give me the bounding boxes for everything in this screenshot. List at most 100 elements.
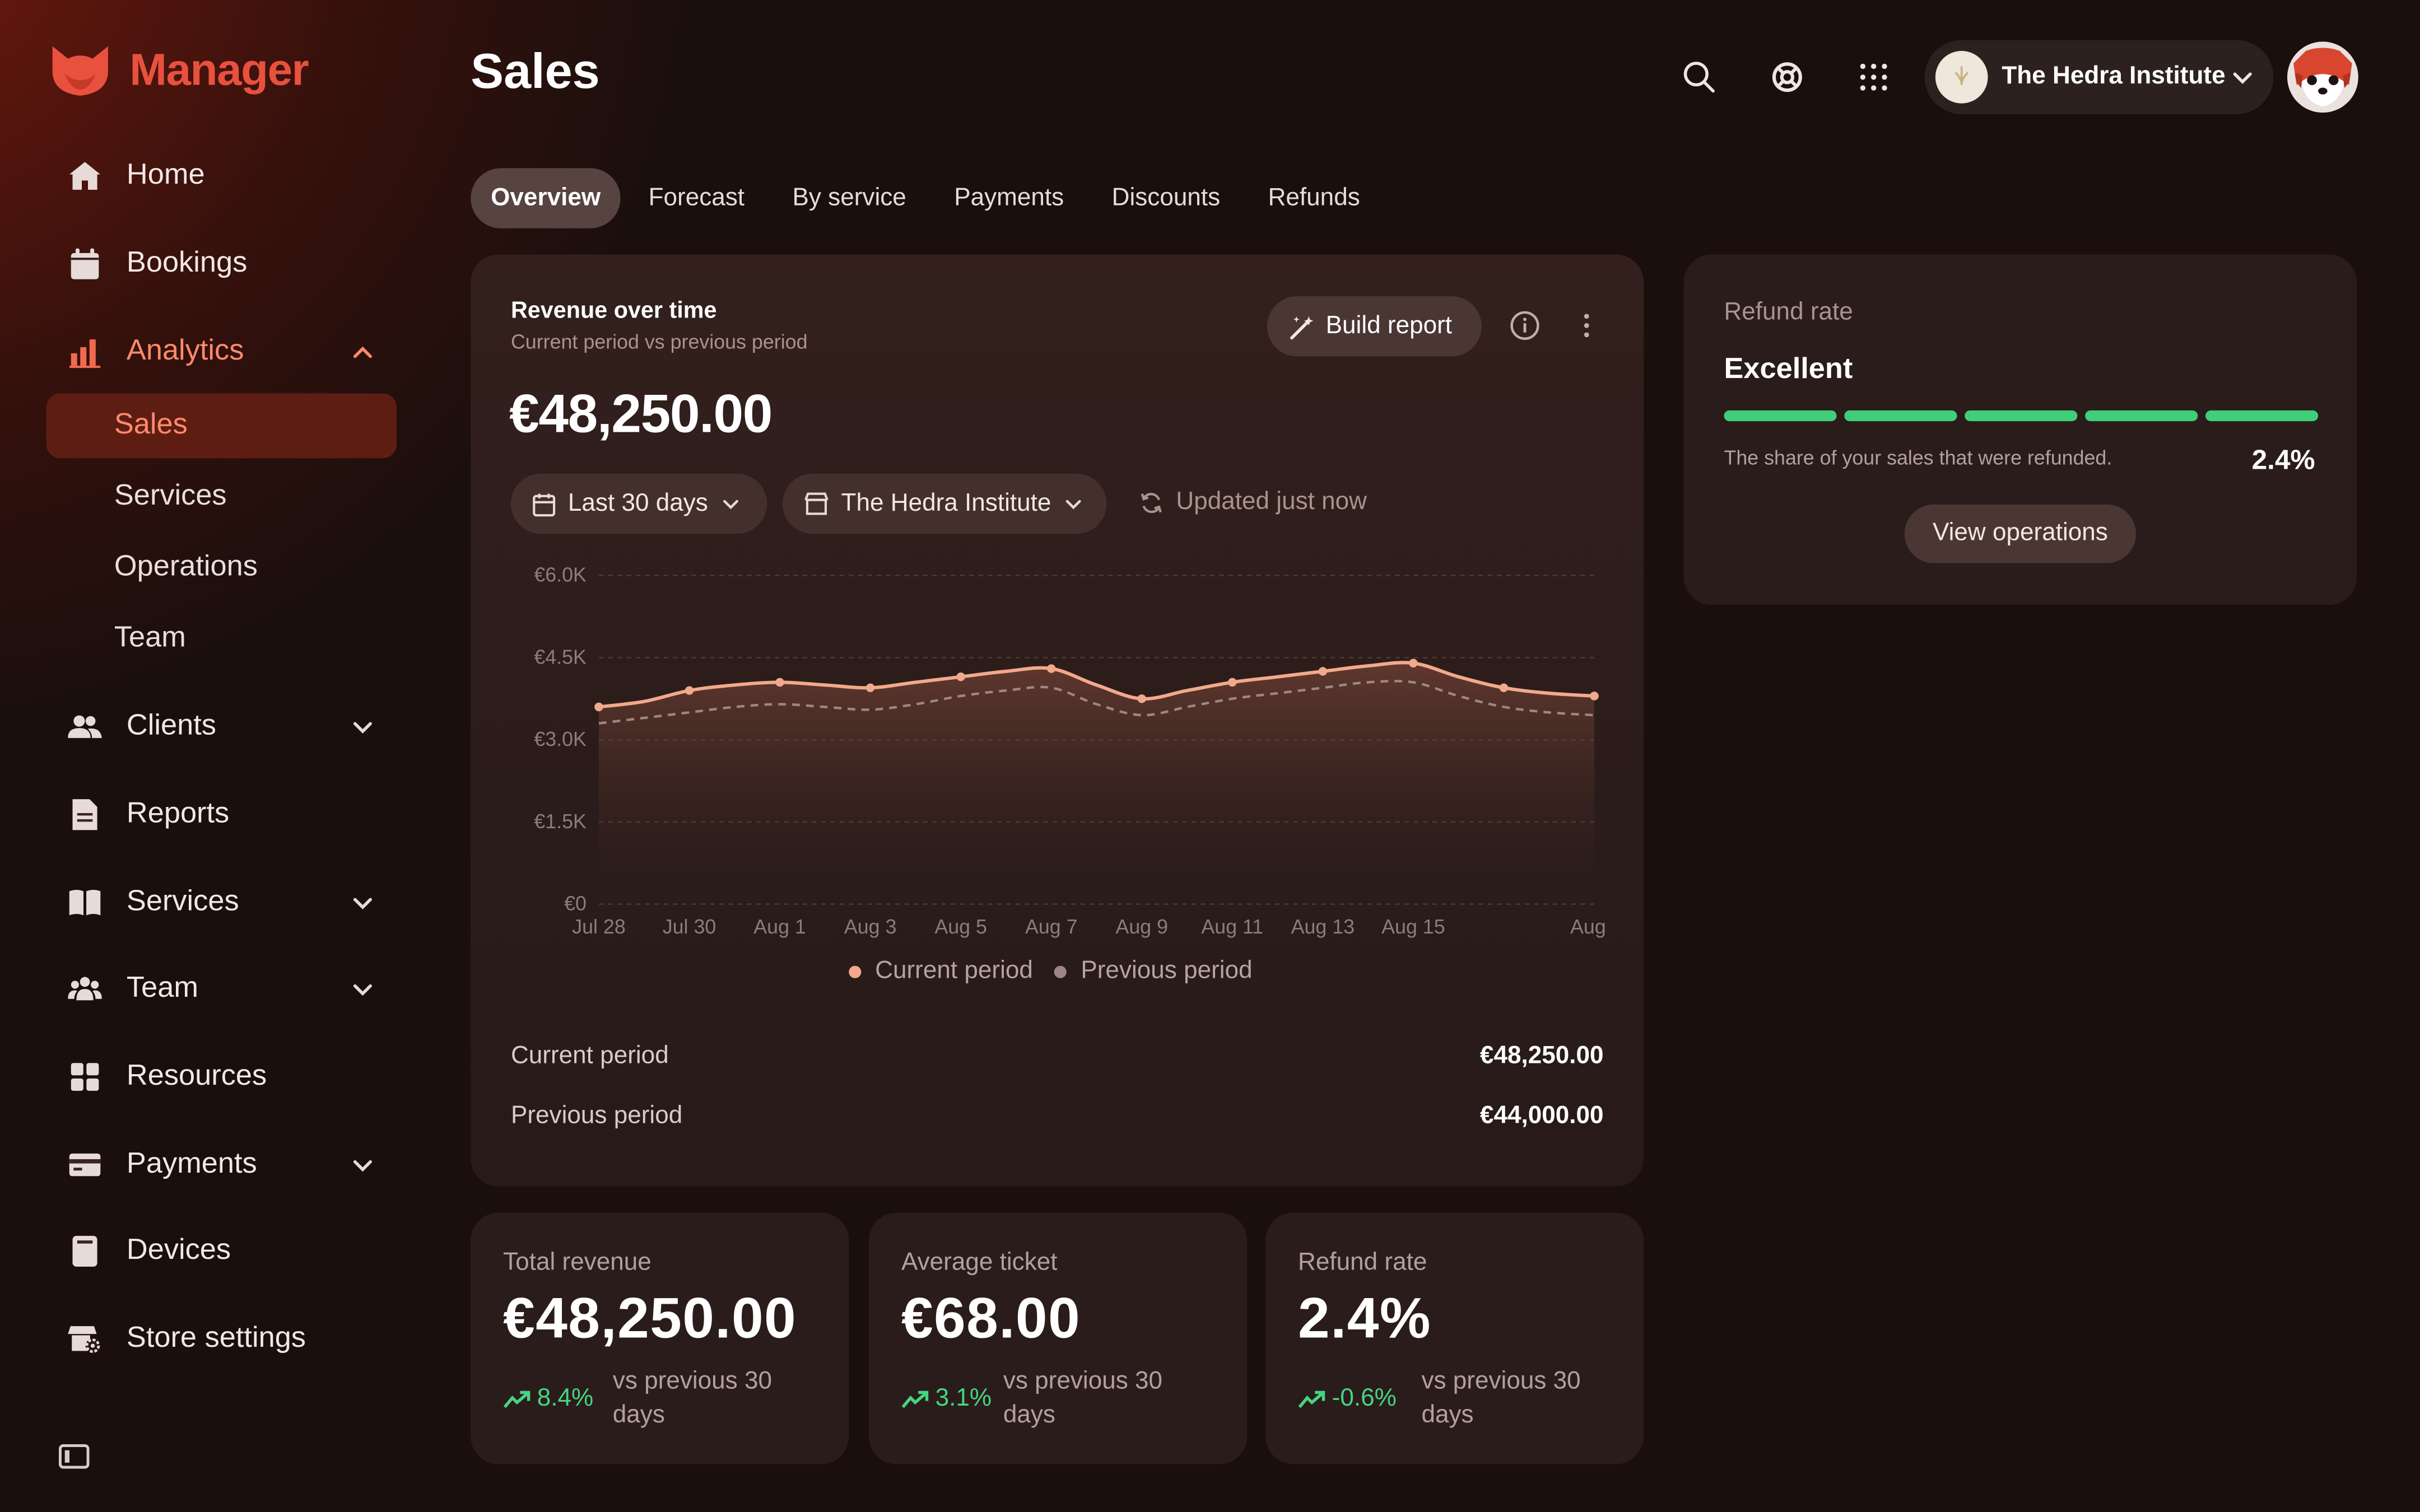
- current-period-point: [594, 702, 603, 712]
- bar-chart-icon: [68, 335, 102, 369]
- x-tick-label: Aug 15: [1381, 916, 1445, 938]
- kpi-card-average-ticket: Average ticket €68.00 3.1% vs previous 3…: [869, 1212, 1248, 1464]
- x-tick-label: Jul 30: [663, 916, 716, 938]
- sidebar-subitem-operations[interactable]: Operations: [46, 535, 397, 600]
- org-switcher[interactable]: The Hedra Institute: [1924, 40, 2274, 114]
- trend-up-icon: [503, 1390, 530, 1408]
- search-icon[interactable]: [1681, 59, 1718, 96]
- sidebar-item-team[interactable]: Team: [46, 956, 397, 1021]
- current-period-point: [1499, 683, 1509, 692]
- help-lifebuoy-icon[interactable]: [1769, 59, 1805, 96]
- tab-payments[interactable]: Payments: [934, 168, 1084, 228]
- chevron-down-icon: [353, 984, 372, 996]
- summary-value: €44,000.00: [1479, 1103, 1604, 1130]
- kpi-value: €68.00: [901, 1286, 1081, 1350]
- sidebar-subitem-team[interactable]: Team: [46, 606, 397, 671]
- sidebar-collapse-icon[interactable]: [58, 1443, 90, 1471]
- org-logo: [1935, 50, 1988, 104]
- meter-segment: [1844, 410, 1957, 422]
- sidebar-item-resources[interactable]: Resources: [46, 1044, 397, 1109]
- refund-rate-label: Refund rate: [1724, 299, 1853, 326]
- legend-label-current: Current period: [875, 958, 1033, 984]
- chevron-down-icon: [353, 1160, 372, 1172]
- sidebar-item-payments[interactable]: Payments: [46, 1132, 397, 1197]
- legend-swatch-current: [849, 965, 862, 978]
- kpi-trend: 3.1%: [901, 1385, 992, 1413]
- refresh-status[interactable]: Updated just now: [1139, 489, 1367, 517]
- build-report-button[interactable]: Build report: [1267, 296, 1482, 357]
- tab-overview[interactable]: Overview: [471, 168, 621, 228]
- user-avatar[interactable]: [2287, 41, 2358, 113]
- apps-grid-icon[interactable]: [1855, 59, 1892, 96]
- refund-rate-status: Excellent: [1724, 353, 1853, 386]
- y-tick-label: €0: [564, 893, 587, 915]
- x-tick-label: Aug 9: [1115, 916, 1168, 938]
- sidebar-item-bookings[interactable]: Bookings: [46, 231, 397, 296]
- sidebar-item-label: Clients: [126, 710, 216, 743]
- chevron-down-icon: [2233, 72, 2252, 84]
- meter-segment: [1965, 410, 2078, 422]
- sidebar-item-clients[interactable]: Clients: [46, 694, 397, 759]
- sidebar-item-label: Analytics: [126, 334, 244, 367]
- credit-card-icon: [68, 1148, 102, 1182]
- tab-by-service[interactable]: By service: [772, 168, 927, 228]
- trend-up-icon: [901, 1390, 929, 1408]
- kpi-change: -0.6%: [1332, 1385, 1397, 1412]
- date-range-filter[interactable]: Last 30 days: [510, 473, 767, 534]
- refund-rate-meter: [1724, 410, 2319, 422]
- sidebar-item-label: Home: [126, 158, 205, 192]
- kpi-label: Total revenue: [503, 1249, 651, 1276]
- sidebar-item-analytics[interactable]: Analytics: [46, 319, 397, 384]
- current-period-point: [956, 672, 965, 682]
- document-icon: [68, 797, 102, 832]
- sidebar-item-label: Team: [126, 972, 198, 1005]
- current-period-point: [1228, 678, 1237, 687]
- sidebar-item-store-settings[interactable]: Store settings: [46, 1307, 397, 1372]
- date-range-label: Last 30 days: [567, 489, 708, 516]
- kpi-change: 3.1%: [935, 1385, 992, 1412]
- y-tick-label: €4.5K: [534, 646, 587, 668]
- kpi-trend: 8.4%: [503, 1385, 593, 1413]
- sidebar-subitem-services[interactable]: Services: [46, 464, 397, 529]
- sidebar-item-label: Store settings: [126, 1322, 306, 1355]
- calendar-icon: [68, 247, 102, 281]
- current-period-point: [1047, 664, 1056, 673]
- refund-rate-description: The share of your sales that were refund…: [1724, 446, 2112, 469]
- location-label: The Hedra Institute: [841, 489, 1051, 516]
- sidebar-item-label: Devices: [126, 1234, 231, 1267]
- chevron-down-icon: [723, 500, 738, 510]
- sidebar-item-services[interactable]: Services: [46, 870, 397, 935]
- sidebar-item-label: Services: [126, 885, 239, 918]
- more-options-icon[interactable]: [1571, 310, 1602, 341]
- x-tick-label: Jul 28: [572, 916, 626, 938]
- summary-label: Previous period: [510, 1103, 683, 1130]
- sidebar-item-reports[interactable]: Reports: [46, 782, 397, 847]
- sidebar-subitem-label: Operations: [114, 550, 258, 584]
- info-icon[interactable]: [1509, 310, 1540, 341]
- org-name: The Hedra Institute: [2002, 63, 2226, 90]
- current-period-point: [1409, 659, 1418, 668]
- current-period-point: [1318, 667, 1328, 676]
- kpi-card-total-revenue: Total revenue €48,250.00 8.4% vs previou…: [471, 1212, 849, 1464]
- tab-discounts[interactable]: Discounts: [1092, 168, 1240, 228]
- meter-segment: [1724, 410, 1837, 422]
- y-tick-label: €1.5K: [534, 810, 587, 833]
- sidebar-item-home[interactable]: Home: [46, 143, 397, 208]
- sidebar-item-devices[interactable]: Devices: [46, 1219, 397, 1284]
- revenue-chart: €0 €1.5K €3.0K €4.5K €6.0K Jul 28 Jul 30 Aug 1…: [534, 564, 1613, 938]
- meter-segment: [2085, 410, 2198, 422]
- logo[interactable]: Manager: [46, 43, 309, 99]
- refund-rate-card: Refund rate Excellent The share of your …: [1683, 254, 2357, 605]
- sidebar-subitem-sales[interactable]: Sales: [46, 393, 397, 459]
- chevron-down-icon: [353, 722, 372, 734]
- kpi-comparison: vs previous 30 days: [1003, 1368, 1163, 1429]
- summary-label: Current period: [510, 1043, 669, 1070]
- tab-forecast[interactable]: Forecast: [629, 168, 765, 228]
- tab-refunds[interactable]: Refunds: [1248, 168, 1380, 228]
- current-period-point: [865, 683, 875, 692]
- location-filter[interactable]: The Hedra Institute: [782, 473, 1107, 534]
- updated-label: Updated just now: [1176, 489, 1367, 516]
- x-tick-label: Aug 3: [844, 916, 897, 938]
- store-icon: [804, 492, 829, 515]
- view-operations-button[interactable]: View operations: [1904, 504, 2137, 563]
